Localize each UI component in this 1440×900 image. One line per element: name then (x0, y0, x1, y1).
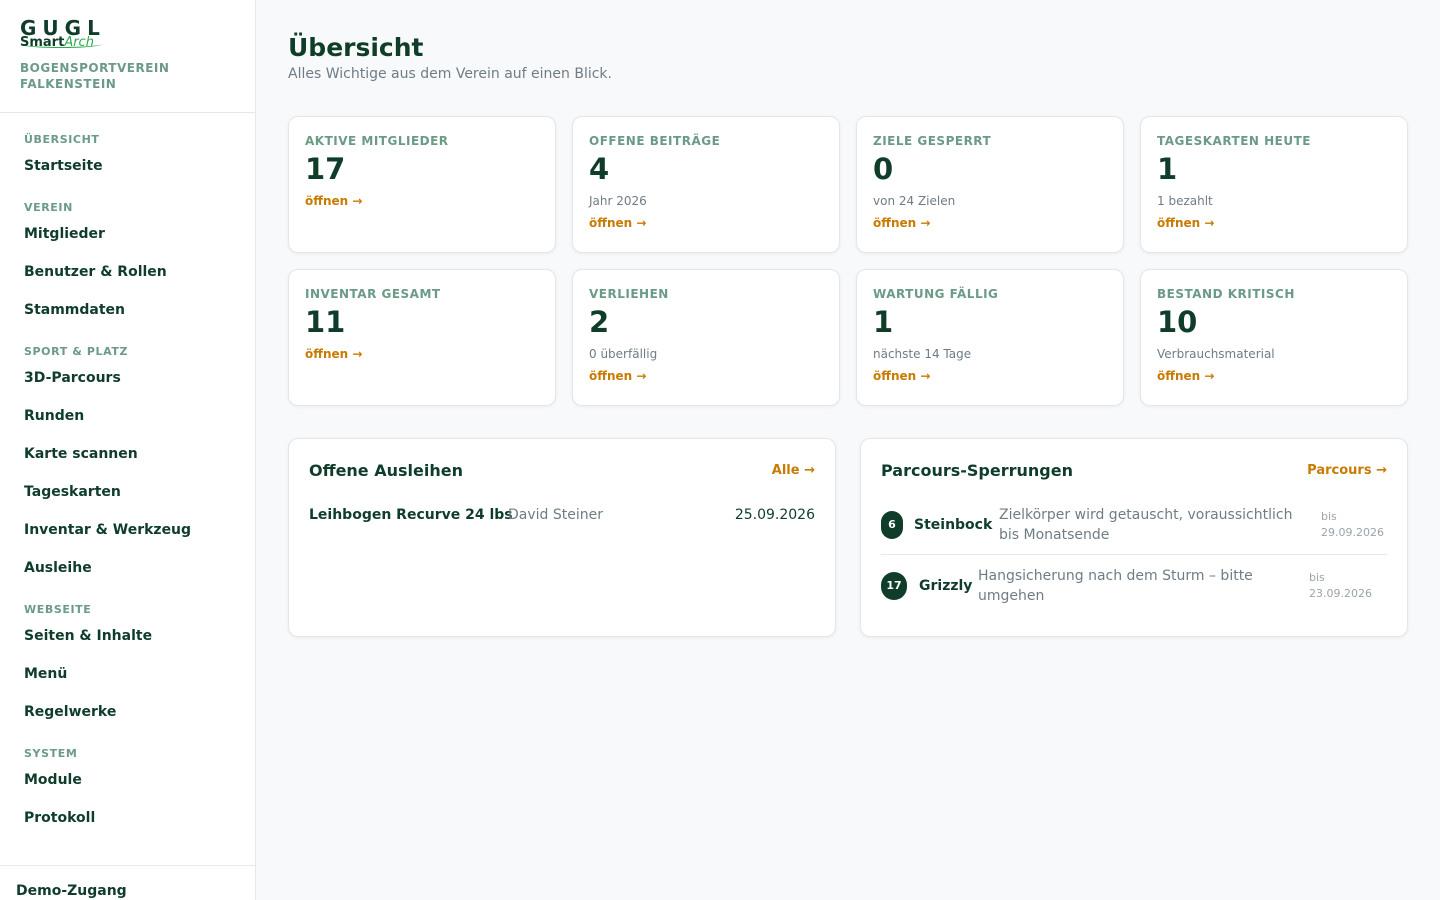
stat-open-link[interactable]: öffnen → (1157, 368, 1391, 384)
stat-open-link[interactable]: öffnen → (589, 368, 823, 384)
stat-card-ziele-gesperrt: ZIELE GESPERRT 0 von 24 Zielen öffnen → (856, 116, 1124, 253)
loan-item-name: Leihbogen Recurve 24 lbs (309, 507, 513, 523)
sidebar-item-startseite[interactable]: Startseite (0, 147, 255, 185)
sidebar-item-inventar-werkzeug[interactable]: Inventar & Werkzeug (0, 511, 255, 549)
stat-card-wartung-faellig: WARTUNG FÄLLIG 1 nächste 14 Tage öffnen … (856, 269, 1124, 406)
closure-reason: Zielkörper wird getauscht, voraussichtli… (999, 507, 1293, 543)
sidebar-item-module[interactable]: Module (0, 761, 255, 799)
stat-value: 17 (305, 152, 346, 186)
target-number-badge: 17 (881, 572, 907, 600)
nav-section-title: VEREIN (24, 201, 73, 214)
closure-until-date: 29.09.2026 (1321, 526, 1384, 539)
stat-open-link[interactable]: öffnen → (589, 215, 823, 231)
open-loans-all-link[interactable]: Alle → (772, 463, 815, 478)
club-name: BOGENSPORTVEREIN FALKENSTEIN (20, 61, 170, 91)
stat-subtext: 1 bezahlt (1157, 194, 1213, 208)
sidebar: GUGL SmartArch BOGENSPORTVEREIN FALKENST… (0, 0, 256, 900)
stat-label: WARTUNG FÄLLIG (873, 287, 999, 301)
sidebar-item-stammdaten[interactable]: Stammdaten (0, 291, 255, 329)
logo-subtitle: SmartArch (20, 36, 94, 50)
closure-row[interactable]: 6 Steinbock Zielkörper wird getauscht, v… (881, 495, 1387, 555)
sidebar-item-mitglieder[interactable]: Mitglieder (0, 215, 255, 253)
stat-card-inventar-gesamt: INVENTAR GESAMT 11 öffnen → (288, 269, 556, 406)
sidebar-item-menue[interactable]: Menü (0, 655, 255, 693)
nav-section-title: SPORT & PLATZ (24, 345, 129, 358)
stat-label: OFFENE BEITRÄGE (589, 134, 721, 148)
stat-value: 2 (589, 305, 610, 339)
closure-until-label: bis (1321, 510, 1337, 523)
demo-account-label[interactable]: Demo-Zugang (16, 866, 255, 900)
sidebar-nav: ÜBERSICHT Startseite VEREIN Mitglieder B… (0, 113, 255, 837)
nav-section-title: ÜBERSICHT (24, 133, 100, 146)
nav-section-title: SYSTEM (24, 747, 78, 760)
stat-value: 10 (1157, 305, 1198, 339)
page-title: Übersicht (288, 33, 424, 62)
sidebar-item-protokoll[interactable]: Protokoll (0, 799, 255, 837)
stat-card-verliehen: VERLIEHEN 2 0 überfällig öffnen → (572, 269, 840, 406)
closure-until: bis 23.09.2026 (1309, 570, 1387, 602)
target-name: Grizzly (919, 578, 973, 594)
stat-subtext: Verbrauchsmaterial (1157, 347, 1275, 361)
logo-smart-text: Smart (20, 35, 65, 50)
stat-label: AKTIVE MITGLIEDER (305, 134, 449, 148)
stat-open-link[interactable]: öffnen → (305, 346, 539, 362)
stat-subtext: Jahr 2026 (589, 194, 647, 208)
target-name: Steinbock (914, 517, 993, 533)
loan-row[interactable]: Leihbogen Recurve 24 lbs David Steiner 2… (309, 507, 815, 527)
stat-value: 1 (873, 305, 894, 339)
stat-value: 4 (589, 152, 610, 186)
sidebar-item-3d-parcours[interactable]: 3D-Parcours (0, 359, 255, 397)
stat-label: ZIELE GESPERRT (873, 134, 992, 148)
open-loans-title: Offene Ausleihen (309, 461, 463, 480)
sidebar-item-tageskarten[interactable]: Tageskarten (0, 473, 255, 511)
course-closures-panel: Parcours-Sperrungen Parcours → 6 Steinbo… (860, 438, 1408, 637)
sidebar-item-regelwerke[interactable]: Regelwerke (0, 693, 255, 731)
sidebar-item-ausleihe[interactable]: Ausleihe (0, 549, 255, 587)
sidebar-item-karte-scannen[interactable]: Karte scannen (0, 435, 255, 473)
page-subtitle: Alles Wichtige aus dem Verein auf einen … (288, 66, 612, 82)
loan-due-date: 25.09.2026 (734, 507, 815, 523)
sidebar-item-runden[interactable]: Runden (0, 397, 255, 435)
stat-value: 0 (873, 152, 894, 186)
sidebar-item-benutzer-rollen[interactable]: Benutzer & Rollen (0, 253, 255, 291)
stat-label: INVENTAR GESAMT (305, 287, 441, 301)
target-number-badge: 6 (881, 511, 903, 539)
stat-card-bestand-kritisch: BESTAND KRITISCH 10 Verbrauchsmaterial ö… (1140, 269, 1408, 406)
stat-label: TAGESKARTEN HEUTE (1157, 134, 1311, 148)
closure-reason: Hangsicherung nach dem Sturm – bitte umg… (978, 568, 1253, 604)
open-loans-panel: Offene Ausleihen Alle → Leihbogen Recurv… (288, 438, 836, 637)
closure-until-date: 23.09.2026 (1309, 587, 1372, 600)
stat-card-aktive-mitglieder: AKTIVE MITGLIEDER 17 öffnen → (288, 116, 556, 253)
stat-card-offene-beitraege: OFFENE BEITRÄGE 4 Jahr 2026 öffnen → (572, 116, 840, 253)
stat-label: BESTAND KRITISCH (1157, 287, 1295, 301)
stat-open-link[interactable]: öffnen → (873, 215, 1107, 231)
stat-open-link[interactable]: öffnen → (305, 193, 539, 209)
brand-header: GUGL SmartArch BOGENSPORTVEREIN FALKENST… (0, 0, 255, 113)
stat-subtext: nächste 14 Tage (873, 347, 972, 361)
sidebar-footer: Demo-Zugang (0, 865, 255, 900)
closure-row[interactable]: 17 Grizzly Hangsicherung nach dem Sturm … (881, 556, 1387, 616)
closure-until-label: bis (1309, 571, 1325, 584)
course-closures-title: Parcours-Sperrungen (881, 461, 1073, 480)
loan-borrower: David Steiner (508, 507, 603, 523)
stat-open-link[interactable]: öffnen → (873, 368, 1107, 384)
course-closures-link[interactable]: Parcours → (1307, 463, 1387, 478)
stat-card-tageskarten-heute: TAGESKARTEN HEUTE 1 1 bezahlt öffnen → (1140, 116, 1408, 253)
stat-subtext: 0 überfällig (589, 347, 658, 361)
logo-arch-text: Arch (64, 35, 94, 50)
nav-section-title: WEBSEITE (24, 603, 92, 616)
stat-value: 1 (1157, 152, 1178, 186)
stat-open-link[interactable]: öffnen → (1157, 215, 1391, 231)
sidebar-item-seiten-inhalte[interactable]: Seiten & Inhalte (0, 617, 255, 655)
closure-until: bis 29.09.2026 (1321, 509, 1387, 541)
stat-label: VERLIEHEN (589, 287, 669, 301)
app-logo[interactable]: GUGL SmartArch (20, 18, 110, 50)
stat-value: 11 (305, 305, 346, 339)
stat-subtext: von 24 Zielen (873, 194, 956, 208)
